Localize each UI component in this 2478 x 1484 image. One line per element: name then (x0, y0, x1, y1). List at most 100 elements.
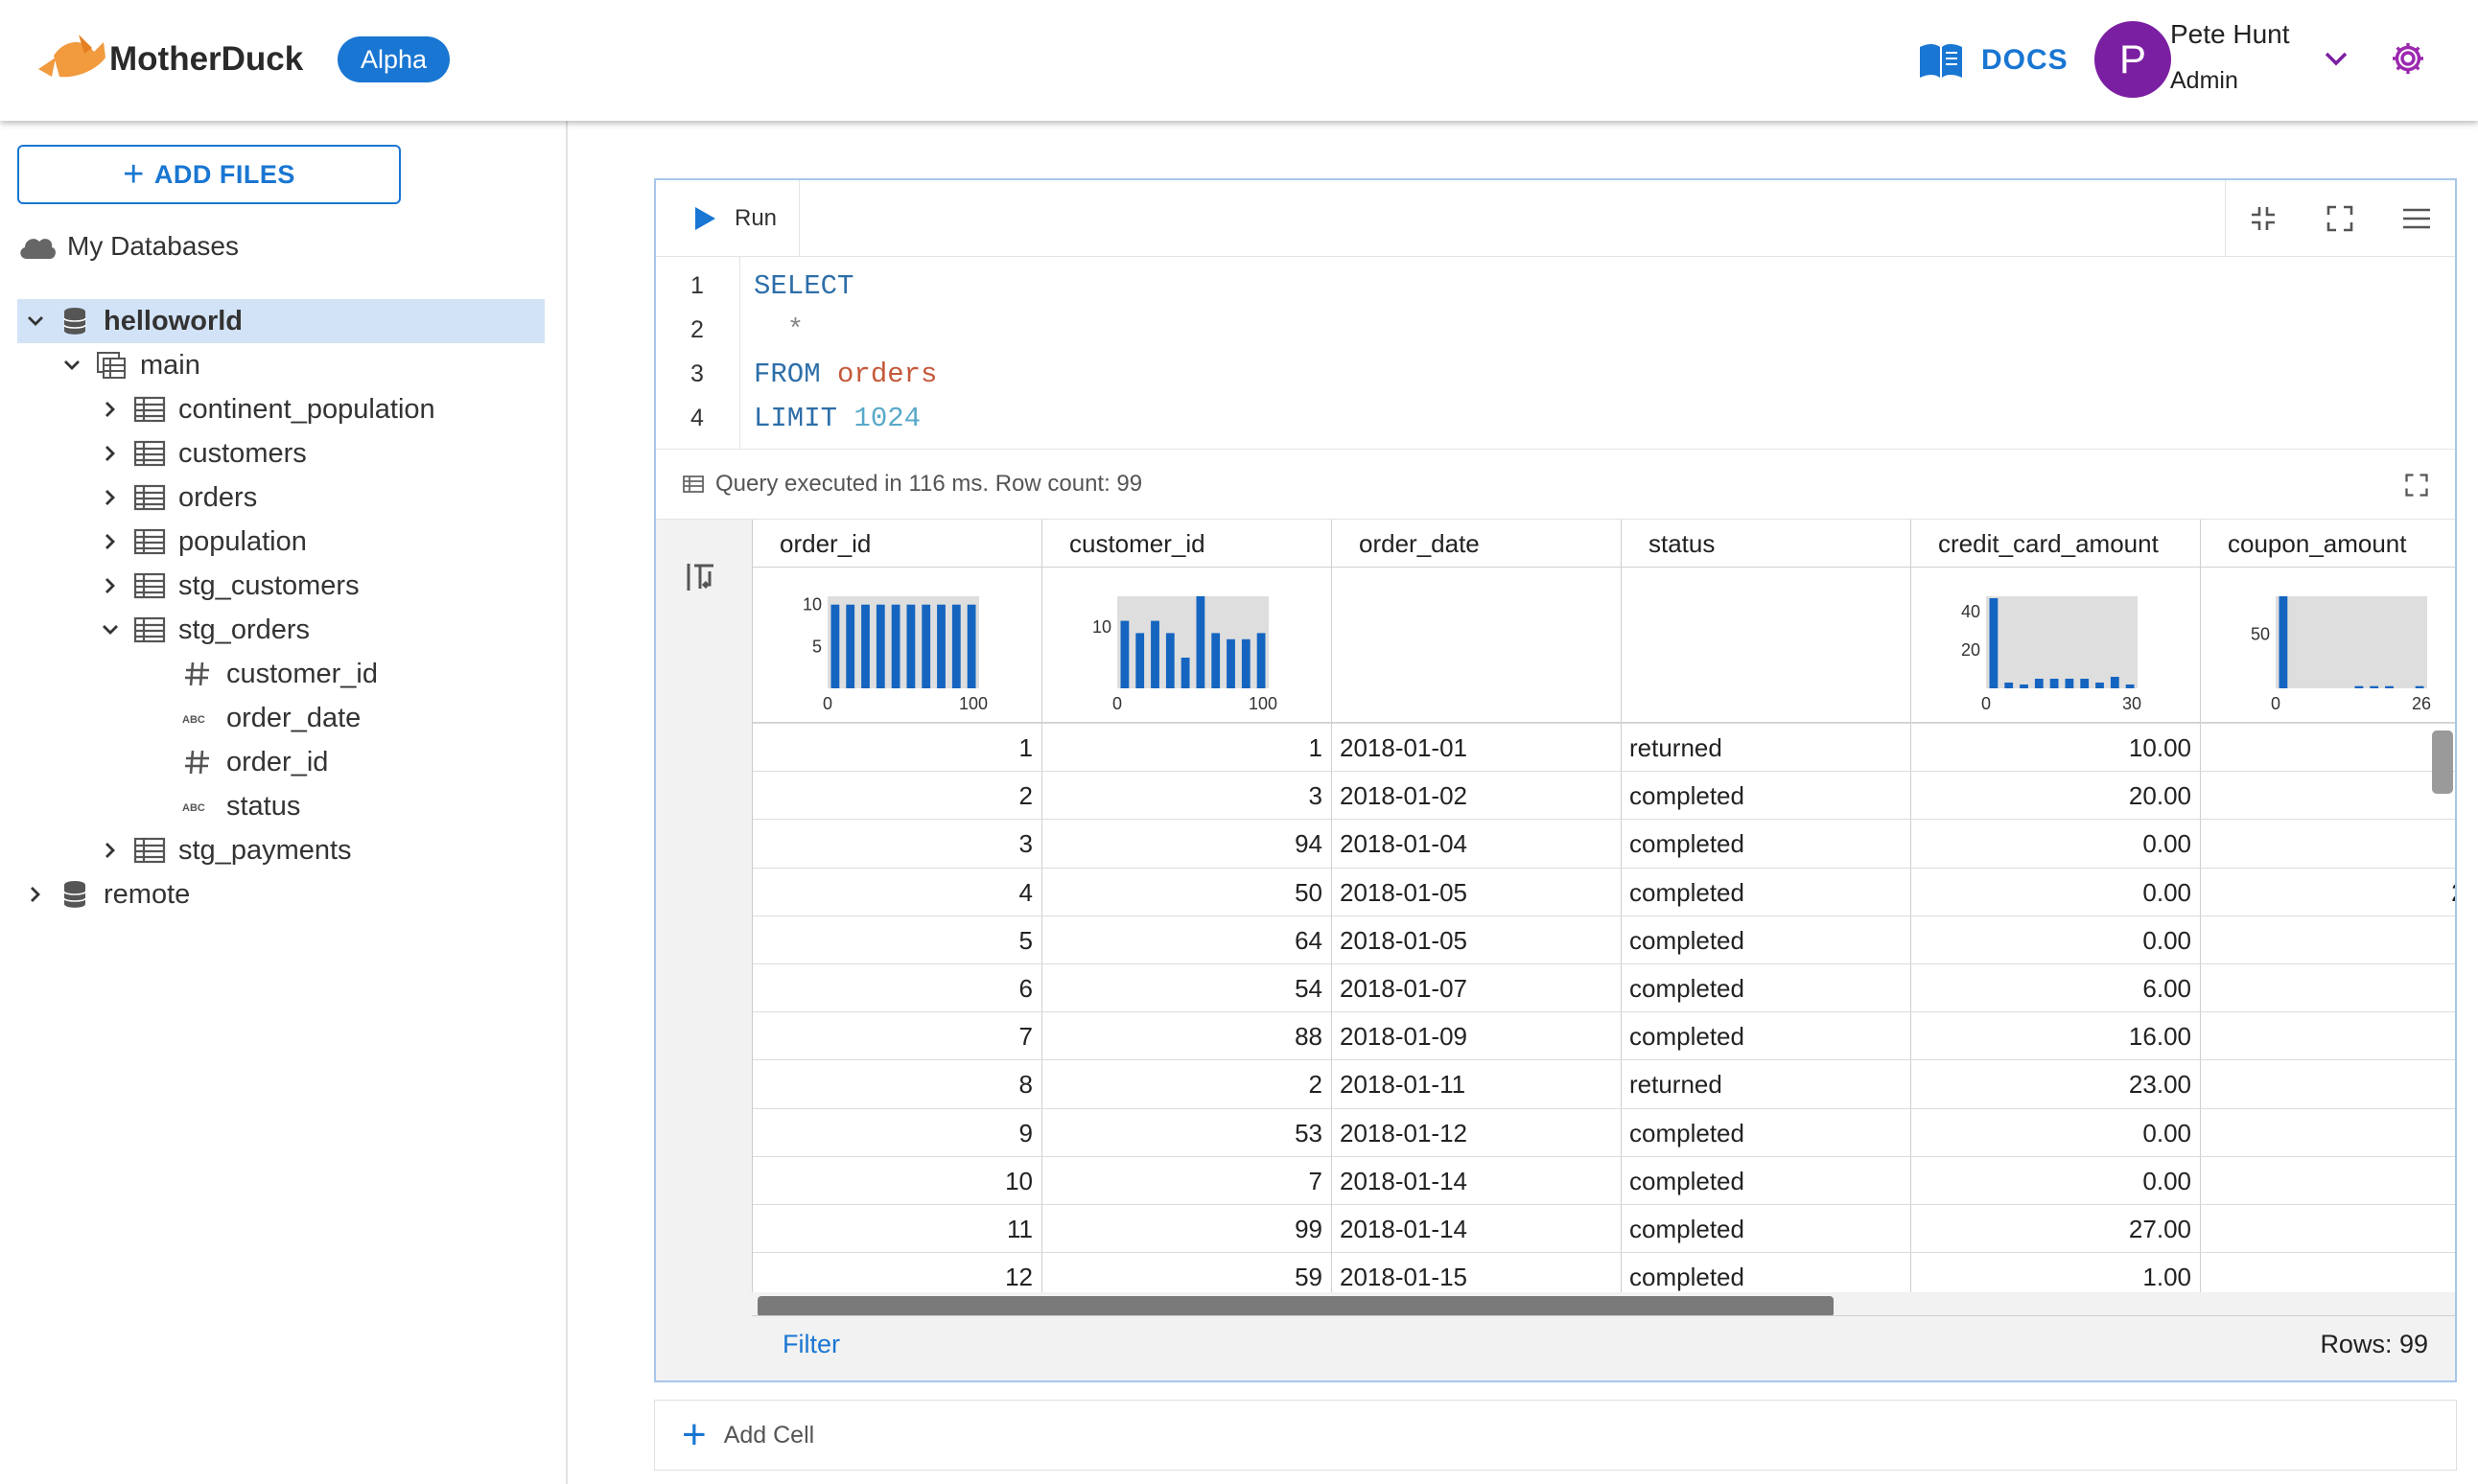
table-cell[interactable]: 2018-01-02 (1340, 772, 1618, 820)
table-cell[interactable]: 99 (1042, 1205, 1322, 1253)
table-cell[interactable]: 64 (1042, 916, 1322, 964)
table-cell[interactable]: 0.00 (1911, 869, 2191, 916)
table-cell[interactable]: 0 (2201, 1060, 2455, 1108)
table-cell[interactable]: 10 (753, 1157, 1033, 1205)
chevron-right-icon[interactable] (96, 483, 125, 512)
table-cell[interactable]: completed (1629, 869, 1907, 916)
table-cell[interactable]: 2018-01-09 (1340, 1012, 1618, 1060)
wrap-columns-icon[interactable] (685, 560, 719, 594)
fullscreen-icon[interactable] (2325, 203, 2355, 234)
table-cell[interactable]: 2018-01-05 (1340, 869, 1618, 916)
horizontal-scrollbar[interactable] (758, 1296, 1834, 1317)
chevron-right-icon[interactable] (96, 395, 125, 424)
menu-icon[interactable] (2401, 203, 2432, 234)
table-cell[interactable]: 20.00 (1911, 772, 2191, 820)
table-cell[interactable]: 2 (1042, 1060, 1322, 1108)
table-cell[interactable]: 4 (753, 869, 1033, 916)
table-cell[interactable]: 9 (753, 1109, 1033, 1157)
filter-button[interactable]: Filter (783, 1330, 840, 1359)
table-cell[interactable]: 54 (1042, 964, 1322, 1012)
table-cell[interactable]: 25 (2201, 869, 2455, 916)
table-cell[interactable]: 6 (753, 964, 1033, 1012)
chevron-down-icon[interactable] (2319, 44, 2353, 73)
table-cell[interactable]: completed (1629, 916, 1907, 964)
chevron-down-icon[interactable] (21, 307, 50, 336)
table-cell[interactable]: 2018-01-14 (1340, 1157, 1618, 1205)
table-cell[interactable]: 3 (1042, 772, 1322, 820)
table-cell[interactable]: 3 (753, 820, 1033, 868)
table-cell[interactable]: 50 (1042, 869, 1322, 916)
table-cell[interactable]: 0.00 (1911, 820, 2191, 868)
tree-item-customers[interactable]: customers (96, 431, 307, 475)
tree-item-orders[interactable]: orders (96, 475, 257, 520)
table-cell[interactable]: 27.00 (1911, 1205, 2191, 1253)
tree-item-stg-orders[interactable]: stg_orders (96, 608, 310, 652)
column-header[interactable]: order_date (1332, 520, 1621, 568)
table-cell[interactable]: 2018-01-07 (1340, 964, 1618, 1012)
column-header[interactable]: customer_id (1042, 520, 1331, 568)
avatar[interactable]: P (2094, 21, 2171, 98)
table-cell[interactable]: completed (1629, 964, 1907, 1012)
table-cell[interactable]: 11 (753, 1205, 1033, 1253)
table-cell[interactable]: 12 (753, 1253, 1033, 1292)
column-header[interactable]: credit_card_amount (1911, 520, 2200, 568)
table-cell[interactable]: 0 (2201, 964, 2455, 1012)
table-cell[interactable]: 5 (753, 916, 1033, 964)
table-cell[interactable]: completed (1629, 820, 1907, 868)
tree-item-order-id[interactable]: order_id (144, 740, 328, 784)
tree-item-population[interactable]: population (96, 520, 307, 564)
table-cell[interactable]: 10.00 (1911, 724, 2191, 772)
docs-link[interactable]: DOCS (1918, 38, 2069, 82)
table-cell[interactable]: 0 (2201, 916, 2455, 964)
add-files-button[interactable]: + ADD FILES (17, 145, 401, 204)
sql-editor[interactable]: 1 SELECT 2 * 3 FROM orders 4 LIMIT 1024 (656, 257, 2455, 449)
table-cell[interactable]: 88 (1042, 1012, 1322, 1060)
table-cell[interactable]: 94 (1042, 820, 1322, 868)
chevron-right-icon[interactable] (96, 527, 125, 556)
table-cell[interactable]: 0 (2201, 1012, 2455, 1060)
gear-icon[interactable] (2390, 40, 2426, 77)
table-cell[interactable]: 0 (2201, 1253, 2455, 1292)
run-button[interactable]: Run (656, 180, 800, 257)
table-cell[interactable]: 0 (2201, 1157, 2455, 1205)
table-cell[interactable]: 1.00 (1911, 1253, 2191, 1292)
table-cell[interactable]: 7 (753, 1012, 1033, 1060)
table-cell[interactable]: 0.00 (1911, 916, 2191, 964)
table-cell[interactable]: 0.00 (1911, 1157, 2191, 1205)
table-cell[interactable]: 2018-01-14 (1340, 1205, 1618, 1253)
table-cell[interactable]: 0 (2201, 1205, 2455, 1253)
tree-item-main[interactable]: main (58, 343, 200, 387)
table-cell[interactable]: completed (1629, 1205, 1907, 1253)
table-cell[interactable]: 0 (2201, 772, 2455, 820)
table-cell[interactable]: 16.00 (1911, 1012, 2191, 1060)
table-cell[interactable]: 2018-01-12 (1340, 1109, 1618, 1157)
table-cell[interactable]: 53 (1042, 1109, 1322, 1157)
table-cell[interactable]: 1 (2201, 820, 2455, 868)
tree-item-continent-population[interactable]: continent_population (96, 387, 435, 431)
tree-item-order-date[interactable]: ABC order_date (144, 696, 361, 740)
chevron-right-icon[interactable] (96, 836, 125, 865)
table-cell[interactable]: 2018-01-01 (1340, 724, 1618, 772)
chevron-right-icon[interactable] (96, 571, 125, 600)
tree-item-remote[interactable]: remote (21, 872, 190, 916)
table-cell[interactable]: 7 (1042, 1157, 1322, 1205)
table-cell[interactable]: completed (1629, 1109, 1907, 1157)
table-cell[interactable]: 59 (1042, 1253, 1322, 1292)
table-cell[interactable]: 0 (2201, 1109, 2455, 1157)
table-cell[interactable]: completed (1629, 1253, 1907, 1292)
chevron-right-icon[interactable] (96, 439, 125, 468)
table-cell[interactable]: 2018-01-05 (1340, 916, 1618, 964)
tree-item-helloworld[interactable]: helloworld (17, 299, 545, 343)
tree-item-stg-customers[interactable]: stg_customers (96, 564, 360, 608)
table-cell[interactable]: returned (1629, 724, 1907, 772)
tree-item-stg-payments[interactable]: stg_payments (96, 828, 352, 872)
column-header[interactable]: status (1622, 520, 1910, 568)
table-cell[interactable]: 8 (753, 1060, 1033, 1108)
column-header[interactable]: coupon_amount (2201, 520, 2455, 568)
add-cell-button[interactable]: + Add Cell (654, 1400, 2457, 1471)
table-cell[interactable]: 6.00 (1911, 964, 2191, 1012)
table-cell[interactable]: 0.00 (1911, 1109, 2191, 1157)
collapse-icon[interactable] (2248, 203, 2279, 234)
vertical-scrollbar[interactable] (2432, 730, 2453, 794)
table-cell[interactable]: completed (1629, 1012, 1907, 1060)
